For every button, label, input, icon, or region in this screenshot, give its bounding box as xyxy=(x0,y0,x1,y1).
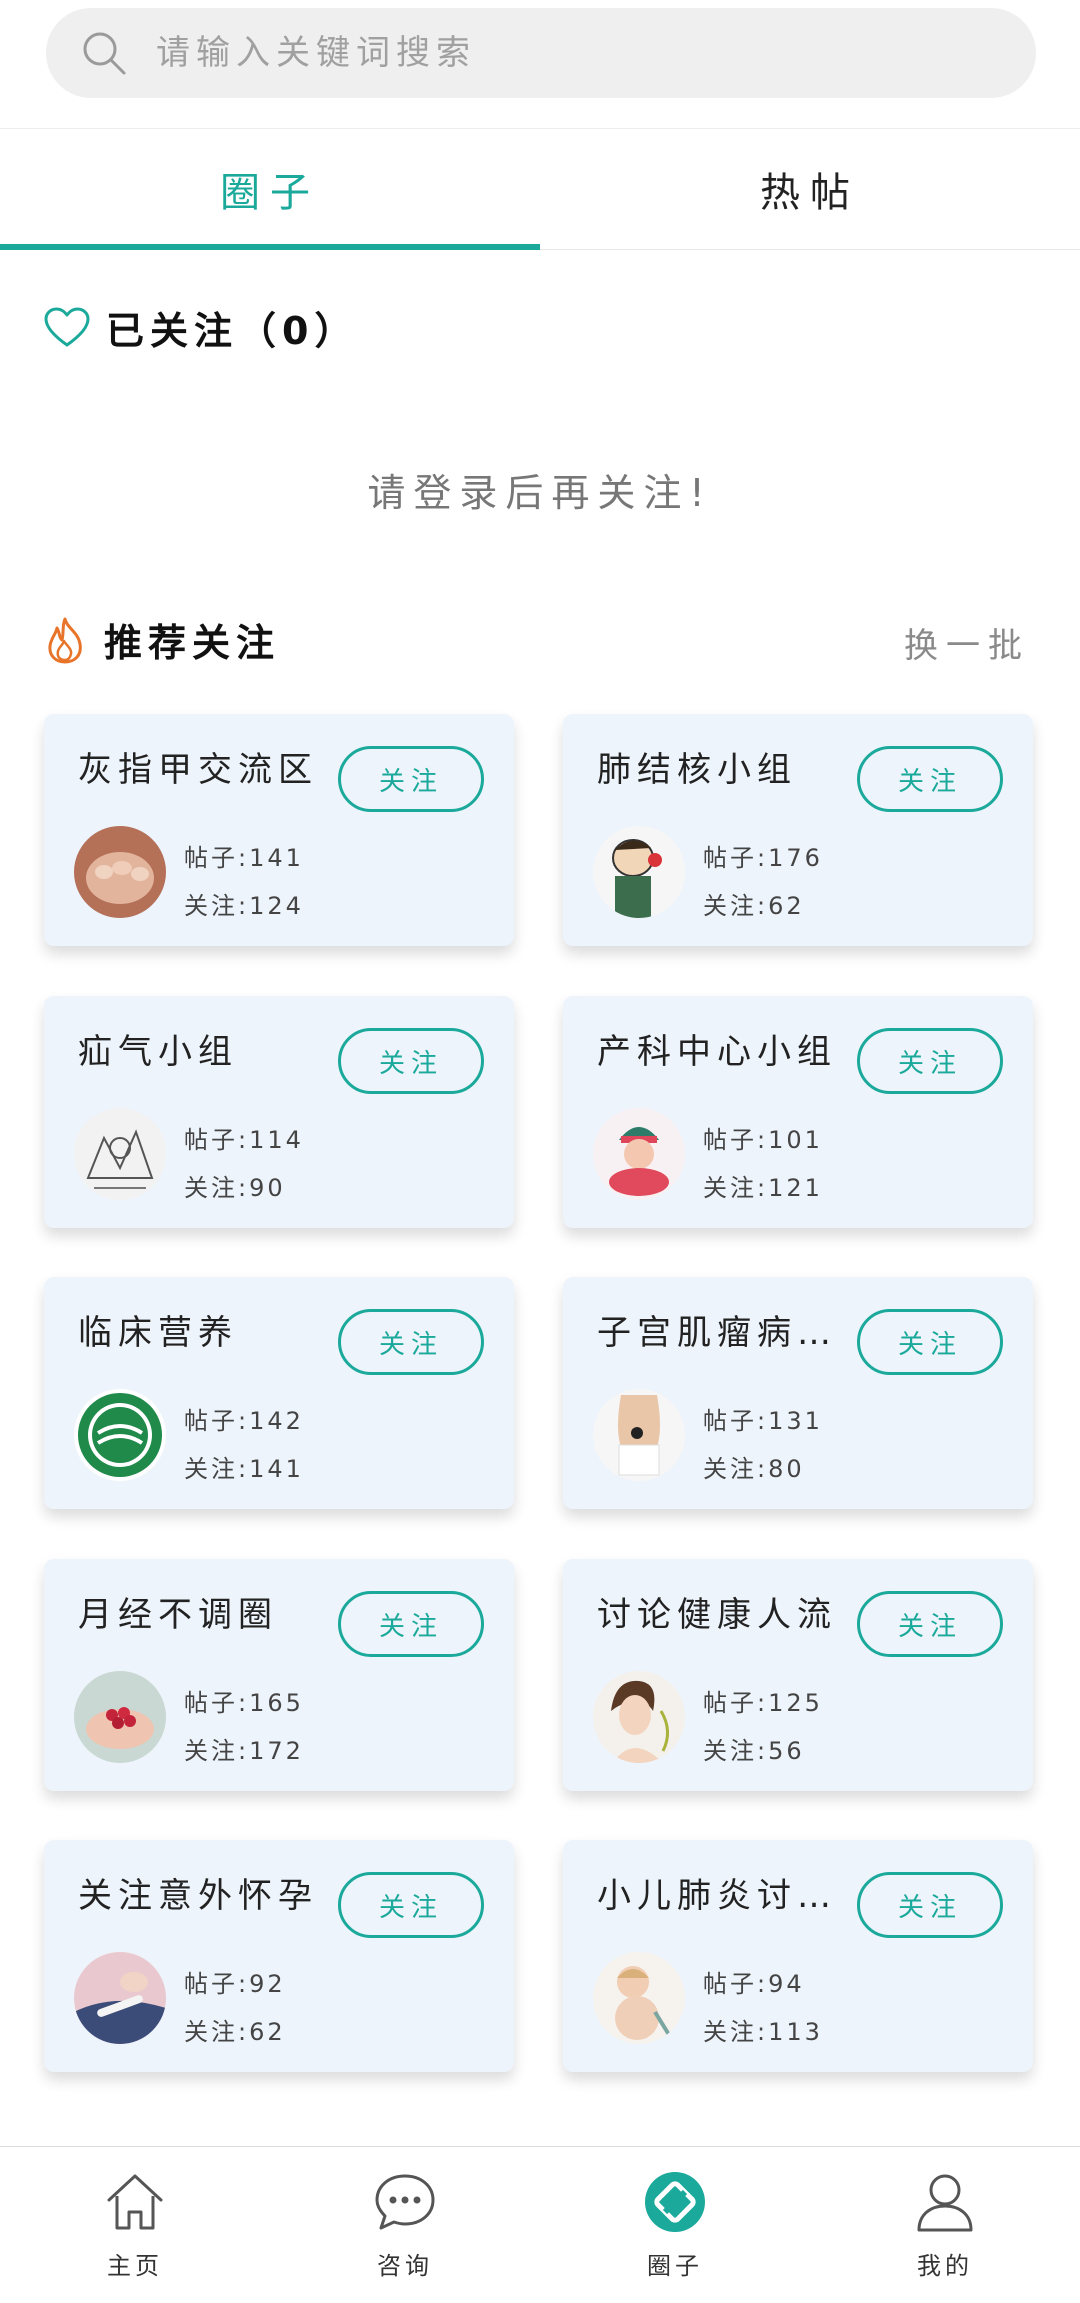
group-name: 子宫肌瘤病… xyxy=(597,1313,837,1353)
followed-header: 已关注（0） xyxy=(44,300,358,355)
follow-count: 关注:56 xyxy=(703,1737,805,1765)
berries-avatar-icon xyxy=(74,1671,166,1763)
group-avatar xyxy=(74,1952,166,2044)
nav-label: 我的 xyxy=(917,2251,973,2280)
group-card[interactable]: 临床营养 关注 帖子:142 关注:141 xyxy=(44,1277,514,1509)
bottom-nav: 主页 咨询 圈子 我的 xyxy=(0,2146,1080,2303)
group-card[interactable]: 讨论健康人流 关注 帖子:125 关注:56 xyxy=(563,1559,1033,1791)
recommend-title: 推荐关注 xyxy=(104,621,281,665)
home-icon xyxy=(107,2174,163,2229)
refresh-batch-button[interactable]: 换一批 xyxy=(904,618,1030,667)
nav-circle[interactable]: 圈子 xyxy=(540,2147,810,2303)
post-count: 帖子:176 xyxy=(703,844,823,872)
heart-icon xyxy=(44,307,90,346)
group-name: 产科中心小组 xyxy=(597,1032,837,1072)
follow-count: 关注:124 xyxy=(184,892,304,920)
post-count: 帖子:142 xyxy=(184,1407,304,1435)
group-avatar xyxy=(593,1671,685,1763)
post-count: 帖子:94 xyxy=(703,1970,805,1998)
group-card[interactable]: 灰指甲交流区 关注 帖子:141 关注:124 xyxy=(44,714,514,946)
recommend-header: 推荐关注 xyxy=(44,612,280,667)
group-card[interactable]: 肺结核小组 关注 帖子:176 关注:62 xyxy=(563,714,1033,946)
baby-avatar-icon xyxy=(593,1108,685,1200)
search-bar[interactable] xyxy=(46,8,1036,98)
follow-count: 关注:121 xyxy=(703,1174,823,1202)
group-name: 临床营养 xyxy=(78,1313,238,1353)
post-count: 帖子:101 xyxy=(703,1126,823,1154)
follow-count: 关注:90 xyxy=(184,1174,286,1202)
group-card[interactable]: 产科中心小组 关注 帖子:101 关注:121 xyxy=(563,996,1033,1228)
follow-button[interactable]: 关注 xyxy=(338,1028,484,1094)
group-name: 灰指甲交流区 xyxy=(78,750,318,790)
group-card[interactable]: 子宫肌瘤病… 关注 帖子:131 关注:80 xyxy=(563,1277,1033,1509)
nav-consult[interactable]: 咨询 xyxy=(270,2147,540,2303)
post-count: 帖子:125 xyxy=(703,1689,823,1717)
group-name: 小儿肺炎讨… xyxy=(597,1876,837,1916)
group-avatar xyxy=(593,1952,685,2044)
followed-title: 已关注（0） xyxy=(106,309,359,353)
group-card[interactable]: 月经不调圈 关注 帖子:165 关注:172 xyxy=(44,1559,514,1791)
group-avatar xyxy=(74,1389,166,1481)
follow-count: 关注:62 xyxy=(184,2018,286,2046)
group-card[interactable]: 小儿肺炎讨… 关注 帖子:94 关注:113 xyxy=(563,1840,1033,2072)
woman-portrait-avatar-icon xyxy=(593,1671,685,1763)
follow-count: 关注:113 xyxy=(703,2018,823,2046)
nav-label: 主页 xyxy=(107,2251,163,2280)
nutrition-logo-icon xyxy=(74,1389,166,1481)
follow-count: 关注:62 xyxy=(703,892,805,920)
abdomen-avatar-icon xyxy=(593,1389,685,1481)
search-area xyxy=(0,0,1080,128)
group-name: 讨论健康人流 xyxy=(597,1595,837,1635)
tab-circle[interactable]: 圈子 xyxy=(0,129,540,250)
group-card[interactable]: 疝气小组 关注 帖子:114 关注:90 xyxy=(44,996,514,1228)
cartoon-avatar-icon xyxy=(593,826,685,918)
circle-icon xyxy=(645,2171,705,2232)
follow-button[interactable]: 关注 xyxy=(857,1872,1003,1938)
search-input[interactable] xyxy=(154,32,1036,74)
nav-label: 咨询 xyxy=(377,2251,433,2280)
post-count: 帖子:141 xyxy=(184,844,304,872)
search-icon xyxy=(83,32,126,75)
follow-count: 关注:80 xyxy=(703,1455,805,1483)
nav-me[interactable]: 我的 xyxy=(810,2147,1080,2303)
group-name: 疝气小组 xyxy=(78,1032,238,1072)
follow-button[interactable]: 关注 xyxy=(338,746,484,812)
group-avatar xyxy=(593,1108,685,1200)
group-avatar xyxy=(593,826,685,918)
follow-count: 关注:172 xyxy=(184,1737,304,1765)
post-count: 帖子:114 xyxy=(184,1126,304,1154)
group-avatar xyxy=(74,1108,166,1200)
child-avatar-icon xyxy=(593,1952,685,2044)
follow-button[interactable]: 关注 xyxy=(857,1028,1003,1094)
tab-bar: 圈子 热帖 xyxy=(0,128,1080,250)
group-name: 关注意外怀孕 xyxy=(78,1876,318,1916)
follow-button[interactable]: 关注 xyxy=(338,1309,484,1375)
page: 圈子 热帖 已关注（0） 请登录后再关注! 推荐关注 换一批 灰指甲交流区 关注 xyxy=(0,0,1080,2303)
sketch-avatar-icon xyxy=(74,1108,166,1200)
tab-hot-posts[interactable]: 热帖 xyxy=(540,129,1080,249)
follow-button[interactable]: 关注 xyxy=(857,1309,1003,1375)
post-count: 帖子:92 xyxy=(184,1970,286,1998)
group-card[interactable]: 关注意外怀孕 关注 帖子:92 关注:62 xyxy=(44,1840,514,2072)
post-count: 帖子:165 xyxy=(184,1689,304,1717)
follow-count: 关注:141 xyxy=(184,1455,304,1483)
nav-home[interactable]: 主页 xyxy=(0,2147,270,2303)
nav-label: 圈子 xyxy=(647,2251,703,2280)
follow-button[interactable]: 关注 xyxy=(338,1872,484,1938)
group-avatar xyxy=(593,1389,685,1481)
follow-button[interactable]: 关注 xyxy=(857,1591,1003,1657)
group-avatar xyxy=(74,1671,166,1763)
login-hint[interactable]: 请登录后再关注! xyxy=(0,462,1080,517)
profile-icon xyxy=(917,2174,973,2231)
group-avatar xyxy=(74,826,166,918)
test-avatar-icon xyxy=(74,1952,166,2044)
chat-icon xyxy=(375,2174,435,2229)
follow-button[interactable]: 关注 xyxy=(338,1591,484,1657)
group-name: 肺结核小组 xyxy=(597,750,797,790)
group-name: 月经不调圈 xyxy=(78,1595,278,1635)
follow-button[interactable]: 关注 xyxy=(857,746,1003,812)
fire-icon xyxy=(48,617,82,663)
toenail-avatar-icon xyxy=(74,826,166,918)
post-count: 帖子:131 xyxy=(703,1407,823,1435)
